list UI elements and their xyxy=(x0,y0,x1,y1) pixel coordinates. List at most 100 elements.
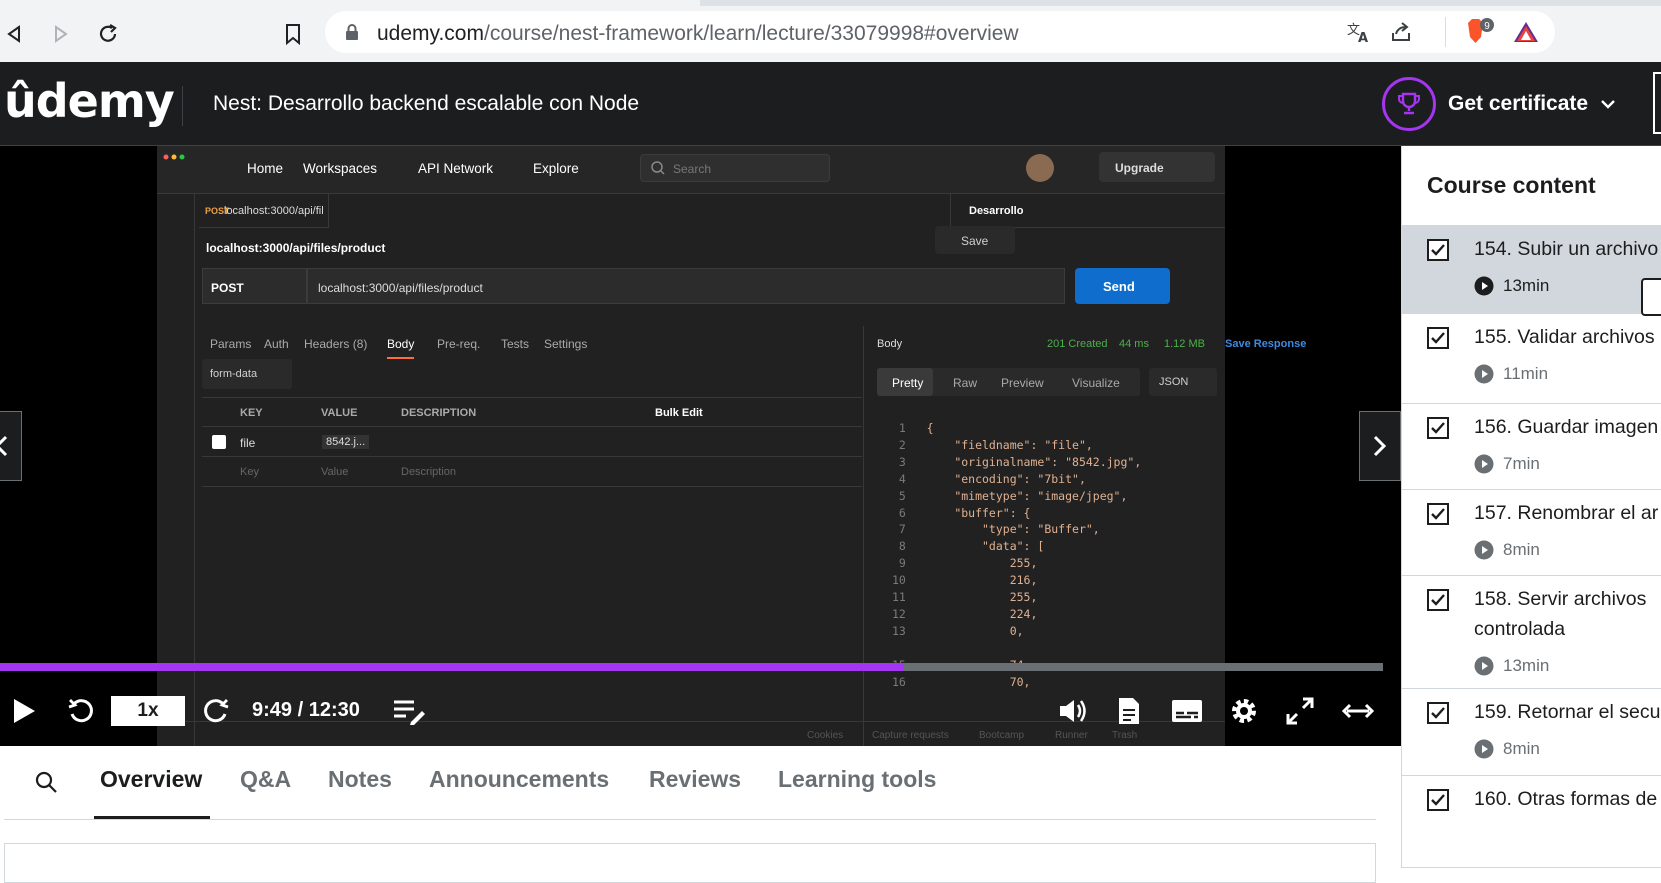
code-line-text: "encoding": "7bit", xyxy=(926,471,1086,486)
pm-th-key: KEY xyxy=(240,407,263,419)
pm-send: Send xyxy=(1075,268,1170,304)
next-lecture-button[interactable] xyxy=(1359,411,1401,481)
pm-row-file: file 8542.j... xyxy=(202,427,862,457)
code-line-text: "data": [ xyxy=(926,539,1045,554)
checkbox-checked-icon[interactable] xyxy=(1427,589,1449,611)
pm-send-label: Send xyxy=(1103,279,1135,294)
pm-search-placeholder: Search xyxy=(673,162,712,176)
sidebar-item[interactable]: 158. Servir archivos controlada 13min xyxy=(1402,576,1661,689)
tab-reviews[interactable]: Reviews xyxy=(649,766,741,793)
active-tab-indicator xyxy=(94,816,210,819)
code-line-number: 11 xyxy=(892,590,927,605)
code-line-text: "originalname": "8542.jpg", xyxy=(926,454,1142,469)
pm-tab-params: Params xyxy=(210,337,252,351)
checkbox-checked-icon[interactable] xyxy=(1427,417,1449,439)
tab-notes[interactable]: Notes xyxy=(328,766,392,793)
address-bar[interactable]: udemy.com/course/nest-framework/learn/le… xyxy=(325,11,1555,53)
tab-learning-tools[interactable]: Learning tools xyxy=(778,766,936,793)
reload-icon[interactable] xyxy=(94,20,122,48)
checkbox-checked-icon[interactable] xyxy=(1427,789,1449,811)
sidebar-item[interactable]: 159. Retornar el secu 8min xyxy=(1402,689,1661,776)
code-line: 2 "fieldname": "file", xyxy=(892,437,1141,454)
code-line-text: 255, xyxy=(926,590,1038,605)
pm-row-empty: Key Value Description xyxy=(202,457,862,487)
url-text[interactable]: udemy.com/course/nest-framework/learn/le… xyxy=(377,22,1019,46)
code-line: 4 "encoding": "7bit", xyxy=(892,471,1141,488)
expand-width-icon[interactable] xyxy=(1339,694,1377,728)
bookmark-icon[interactable] xyxy=(279,20,307,48)
pm-method: POST xyxy=(202,268,307,304)
window-dots xyxy=(163,154,185,160)
code-line-number: 8 xyxy=(892,539,927,554)
forward-icon[interactable] xyxy=(199,694,233,728)
volume-icon[interactable] xyxy=(1056,694,1090,728)
pm-nav-home: Home xyxy=(247,161,284,176)
course-title[interactable]: Nest: Desarrollo backend escalable con N… xyxy=(213,92,639,116)
brave-shields-icon[interactable]: 9 xyxy=(1460,17,1494,47)
udemy-logo[interactable]: ûdemy xyxy=(4,74,175,128)
get-certificate-button[interactable]: Get certificate xyxy=(1382,76,1616,132)
postman-topbar: Home Workspaces API Network Explore Sear… xyxy=(157,146,1225,194)
pm-environment: Desarrollo xyxy=(950,194,1225,228)
lock-icon[interactable] xyxy=(345,24,359,41)
pm-time: 44 ms xyxy=(1119,338,1149,350)
pm-row-checkbox xyxy=(212,435,226,449)
pm-save-response: Save Response xyxy=(1225,338,1307,350)
tab-announcements[interactable]: Announcements xyxy=(429,766,609,793)
sidebar-item-title: 159. Retornar el secu xyxy=(1474,701,1661,723)
checkbox-checked-icon[interactable] xyxy=(1427,702,1449,724)
pm-nav-explore: Explore xyxy=(533,161,579,176)
code-line-text: 255, xyxy=(926,556,1038,571)
back-icon[interactable] xyxy=(0,20,28,48)
playback-speed-button[interactable]: 1x xyxy=(111,696,185,726)
svg-text:A: A xyxy=(1358,31,1368,43)
pm-response-code: 1 { 2 "fieldname": "file", 3 "originalna… xyxy=(892,420,1141,690)
playlist-notes-icon[interactable] xyxy=(391,694,427,728)
fullscreen-icon[interactable] xyxy=(1283,694,1317,728)
pm-bulk-edit: Bulk Edit xyxy=(655,407,703,419)
checkbox-checked-icon[interactable] xyxy=(1427,239,1449,261)
resources-button[interactable] xyxy=(1641,278,1661,316)
play-icon[interactable] xyxy=(8,694,40,728)
sidebar-item[interactable]: 157. Renombrar el ar 8min xyxy=(1402,490,1661,576)
pm-tab-url: localhost:3000/api/fil xyxy=(224,205,324,217)
sidebar-item[interactable]: 154. Subir un archivo 13min xyxy=(1402,226,1661,316)
code-line: 10 216, xyxy=(892,572,1141,589)
sidebar-item-duration: 11min xyxy=(1474,364,1548,384)
rewind-icon[interactable] xyxy=(64,694,98,728)
code-line: 3 "originalname": "8542.jpg", xyxy=(892,454,1141,471)
pm-table-header: KEY VALUE DESCRIPTION Bulk Edit xyxy=(202,397,862,427)
video-player[interactable]: Home Workspaces API Network Explore Sear… xyxy=(0,146,1401,746)
code-line: 11 255, xyxy=(892,589,1141,606)
tab-overview[interactable]: Overview xyxy=(100,766,202,793)
checkbox-checked-icon[interactable] xyxy=(1427,503,1449,525)
pm-request-name: localhost:3000/api/files/product xyxy=(206,241,386,255)
progress-bar[interactable] xyxy=(0,663,1383,671)
search-icon[interactable] xyxy=(34,770,58,794)
previous-lecture-button[interactable] xyxy=(0,411,22,481)
pm-format: JSON xyxy=(1149,368,1217,396)
sidebar-item[interactable]: 156. Guardar imagen 7min xyxy=(1402,404,1661,490)
sidebar-item-title: 156. Guardar imagen xyxy=(1474,416,1659,438)
code-line-text: "fieldname": "file", xyxy=(926,437,1093,452)
transcript-icon[interactable] xyxy=(1113,694,1145,728)
url-path: /course/nest-framework/learn/lecture/330… xyxy=(483,22,1019,45)
code-line: 13 0, xyxy=(892,623,1141,640)
pm-th-value: VALUE xyxy=(321,407,358,419)
postman-screen: Home Workspaces API Network Explore Sear… xyxy=(157,146,1306,746)
brave-rewards-icon[interactable] xyxy=(1513,20,1539,44)
code-line: 7 "type": "Buffer", xyxy=(892,521,1141,538)
captions-icon[interactable] xyxy=(1169,694,1205,728)
translate-icon[interactable]: 文A xyxy=(1347,21,1371,43)
forward-icon[interactable] xyxy=(47,20,75,48)
tab-qa[interactable]: Q&A xyxy=(240,766,291,793)
pm-placeholder-key: Key xyxy=(240,466,259,478)
code-line: 8 "data": [ xyxy=(892,538,1141,555)
sidebar-item[interactable]: 160. Otras formas de xyxy=(1402,776,1661,868)
sidebar-item[interactable]: 155. Validar archivos 11min xyxy=(1402,314,1661,404)
settings-gear-icon[interactable] xyxy=(1226,694,1262,728)
checkbox-checked-icon[interactable] xyxy=(1427,327,1449,349)
lecture-tabs: Overview Q&A Notes Announcements Reviews… xyxy=(0,746,1401,822)
header-menu-button[interactable] xyxy=(1653,72,1661,134)
share-icon[interactable] xyxy=(1390,21,1412,43)
